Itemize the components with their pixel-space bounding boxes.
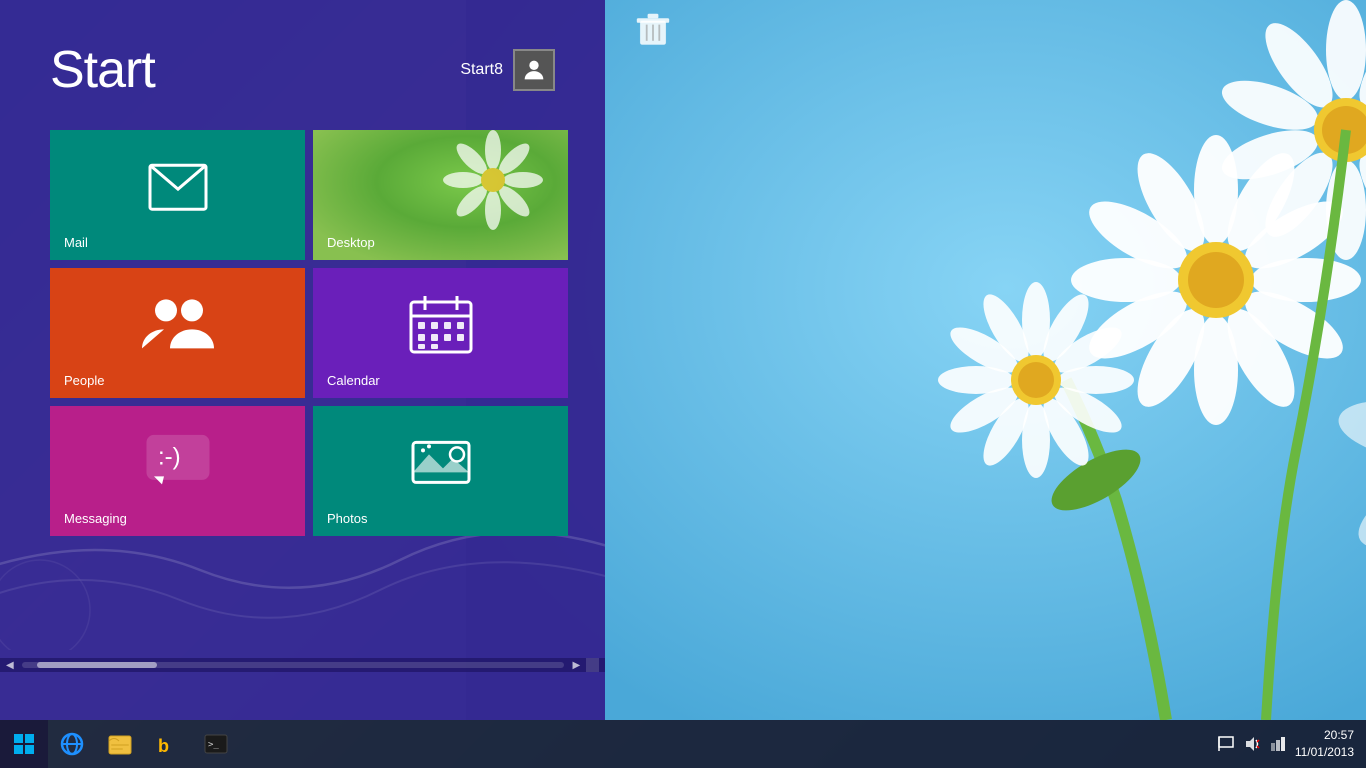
user-avatar[interactable] xyxy=(513,49,555,91)
scroll-right-arrow[interactable]: ▶ xyxy=(572,660,580,671)
bing-icon: b xyxy=(155,731,181,757)
start-header: Start Start8 xyxy=(0,0,605,120)
start-panel: Start Start8 Mail xyxy=(0,0,605,720)
tile-desktop[interactable]: Desktop xyxy=(313,130,568,260)
clock-time: 20:57 xyxy=(1295,727,1354,744)
taskbar-bing[interactable]: b xyxy=(144,720,192,768)
speaker-icon[interactable] xyxy=(1243,735,1261,753)
people-icon xyxy=(142,296,214,357)
svg-text:b: b xyxy=(158,736,169,756)
tile-mail-label: Mail xyxy=(64,235,88,250)
scroll-left-arrow[interactable]: ◀ xyxy=(6,660,14,671)
recycle-bin-icon xyxy=(635,12,671,48)
tile-desktop-label: Desktop xyxy=(327,235,375,250)
start-scrollbar-area[interactable]: ◀ ▶ xyxy=(0,658,605,672)
photos-icon xyxy=(409,434,473,495)
system-clock[interactable]: 20:57 11/01/2013 xyxy=(1295,727,1354,761)
taskbar: b >_ xyxy=(0,720,1366,768)
windows-icon xyxy=(13,733,35,755)
scrollbar-thumb[interactable] xyxy=(37,662,157,668)
mail-icon xyxy=(148,163,208,216)
start-title: Start xyxy=(50,40,155,100)
explorer-icon xyxy=(107,731,133,757)
tile-calendar[interactable]: Calendar xyxy=(313,268,568,398)
tile-photos-label: Photos xyxy=(327,511,367,526)
tile-people-label: People xyxy=(64,373,104,388)
recycle-bin[interactable] xyxy=(635,12,671,48)
scrollbar-track[interactable] xyxy=(22,662,565,668)
network-icon[interactable] xyxy=(1269,735,1287,753)
tile-messaging-label: Messaging xyxy=(64,511,127,526)
taskbar-cmd[interactable]: >_ xyxy=(192,720,240,768)
flag-icon[interactable] xyxy=(1217,735,1235,753)
clock-date: 11/01/2013 xyxy=(1295,744,1354,761)
taskbar-ie[interactable] xyxy=(48,720,96,768)
tiles-container: Mail xyxy=(0,120,605,546)
taskbar-right: 20:57 11/01/2013 xyxy=(1217,727,1366,761)
taskbar-start-button[interactable] xyxy=(0,720,48,768)
taskbar-apps: b >_ xyxy=(48,720,1217,768)
ie-icon xyxy=(59,731,85,757)
cmd-icon: >_ xyxy=(203,731,229,757)
user-area[interactable]: Start8 xyxy=(460,49,555,91)
svg-text::-): :-) xyxy=(158,443,181,470)
user-name: Start8 xyxy=(460,61,503,79)
tile-calendar-label: Calendar xyxy=(327,373,380,388)
calendar-icon xyxy=(409,294,473,359)
tile-photos[interactable]: Photos xyxy=(313,406,568,536)
svg-text:>_: >_ xyxy=(208,740,219,750)
tile-people[interactable]: People xyxy=(50,268,305,398)
tile-messaging[interactable]: :-) Messaging xyxy=(50,406,305,536)
tile-mail[interactable]: Mail xyxy=(50,130,305,260)
messaging-icon: :-) xyxy=(146,434,210,495)
taskbar-explorer[interactable] xyxy=(96,720,144,768)
person-icon xyxy=(520,56,548,84)
start-close-button[interactable] xyxy=(586,658,599,672)
